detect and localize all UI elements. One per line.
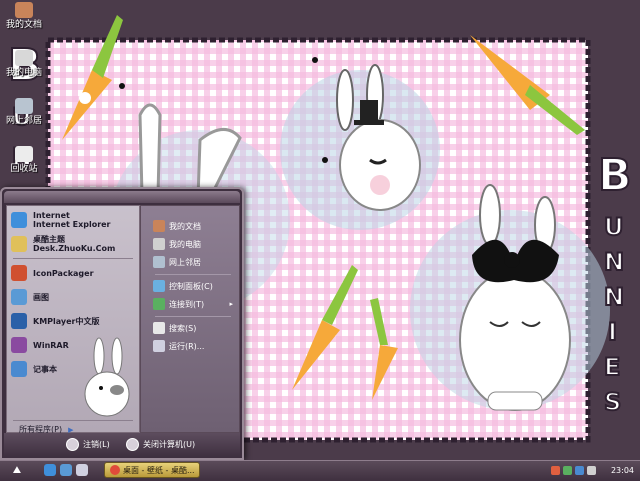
internet-explorer-icon xyxy=(11,212,27,228)
notepad-icon xyxy=(11,361,27,377)
places-item-label: 搜索(S) xyxy=(169,323,197,333)
desktop-icon-label: 网上邻居 xyxy=(5,116,42,126)
places-item-label: 控制面板(C) xyxy=(169,281,213,291)
browser-icon xyxy=(110,465,120,475)
wallpaper-letter-u: U xyxy=(604,213,624,241)
places-item-label: 我的电脑 xyxy=(169,239,201,249)
submenu-arrow-icon: ▸ xyxy=(229,300,233,308)
control-panel-icon xyxy=(153,280,165,292)
start-menu-programs-pane: Internet Internet Explorer 桌酷主题 Desk.ZhuoK… xyxy=(6,205,140,434)
wallpaper-letter-b-right: B xyxy=(598,150,632,201)
start-menu-footer: 注销(L) 关闭计算机(U) xyxy=(4,433,240,457)
shutdown-button[interactable]: 关闭计算机(U) xyxy=(126,438,195,451)
desktop-icon-label: 我的电脑 xyxy=(5,68,42,78)
my-documents-icon xyxy=(153,220,165,232)
places-item-label: 连接到(T) xyxy=(169,299,205,309)
menu-separator xyxy=(155,316,231,317)
menu-item-theme[interactable]: 桌酷主题 Desk.ZhuoKu.Com xyxy=(11,233,137,255)
menu-item-label: KMPlayer中文版 xyxy=(33,316,100,326)
bunny-illustration xyxy=(84,337,130,417)
places-item-label: 网上邻居 xyxy=(169,257,201,267)
menu-item-internet[interactable]: Internet Internet Explorer xyxy=(11,209,137,231)
start-button[interactable]: ⛰ xyxy=(2,463,32,478)
places-item-my-computer[interactable]: 我的电脑 xyxy=(153,236,237,252)
desktop-icon-my-documents[interactable]: 我的文档 xyxy=(2,2,46,31)
desktop-icon-my-computer[interactable]: 我的电脑 xyxy=(2,50,46,79)
connect-to-icon xyxy=(153,298,165,310)
places-item-label: 运行(R)... xyxy=(169,341,205,351)
menu-separator xyxy=(13,420,133,421)
shutdown-label: 关闭计算机(U) xyxy=(143,440,196,449)
menu-item-title: 桌酷主题 xyxy=(33,235,65,244)
network-places-icon xyxy=(153,256,165,268)
logoff-icon xyxy=(66,438,79,451)
desktop-icon-label: 我的文档 xyxy=(5,20,42,30)
search-icon xyxy=(153,322,165,334)
taskbar-button-window[interactable]: 桌面 - 壁纸 - 桌酷... xyxy=(104,462,200,478)
places-item-connect-to[interactable]: 连接到(T) ▸ xyxy=(153,296,237,312)
network-icon xyxy=(15,98,33,114)
wallpaper-letter-i: I xyxy=(608,318,617,346)
paint-icon xyxy=(11,289,27,305)
places-item-my-documents[interactable]: 我的文档 xyxy=(153,218,237,234)
taskbar-button-label: 桌面 - 壁纸 - 桌酷... xyxy=(123,465,195,475)
power-icon xyxy=(126,438,139,451)
wallpaper-letter-e: E xyxy=(604,353,620,381)
menu-separator xyxy=(155,274,231,275)
tray-network-icon[interactable] xyxy=(563,466,572,475)
winrar-icon xyxy=(11,337,27,353)
tray-app-icon[interactable] xyxy=(551,466,560,475)
logoff-button[interactable]: 注销(L) xyxy=(66,438,110,451)
places-item-search[interactable]: 搜索(S) xyxy=(153,320,237,336)
tray-security-icon[interactable] xyxy=(587,466,596,475)
quicklaunch-ie-icon[interactable] xyxy=(44,464,56,476)
clock[interactable]: 23:04 xyxy=(611,466,634,475)
menu-item-subtitle: Internet Explorer xyxy=(33,220,111,229)
menu-item-subtitle: Desk.ZhuoKu.Com xyxy=(33,244,116,253)
menu-item-title: Internet xyxy=(33,211,70,220)
menu-item-label: IconPackager xyxy=(33,268,94,278)
wallpaper-letter-n1: N xyxy=(604,248,624,276)
places-item-label: 我的文档 xyxy=(169,221,201,231)
desktop-icon-label: 回收站 xyxy=(10,164,38,174)
folder-icon xyxy=(15,2,33,18)
places-item-run[interactable]: 运行(R)... xyxy=(153,338,237,354)
menu-item-label: 画图 xyxy=(33,292,49,302)
my-computer-icon xyxy=(153,238,165,250)
start-menu-header xyxy=(4,191,240,203)
menu-item-label: 记事本 xyxy=(33,364,57,374)
start-menu-places-pane: 我的文档 我的电脑 网上邻居 控制面板(C) 连接到(T) ▸ 搜索(S) 运行… xyxy=(140,205,240,433)
menu-item-kmplayer[interactable]: KMPlayer中文版 xyxy=(11,310,137,332)
run-icon xyxy=(153,340,165,352)
wallpaper-letter-s: S xyxy=(604,388,621,416)
menu-item-label: WinRAR xyxy=(33,340,69,350)
quicklaunch-desktop-icon[interactable] xyxy=(76,464,88,476)
menu-separator xyxy=(13,258,133,259)
system-tray: 23:04 xyxy=(548,463,638,478)
start-logo-icon: ⛰ xyxy=(12,465,22,476)
desktop-icon-network[interactable]: 网上邻居 xyxy=(2,98,46,127)
taskbar: ⛰ 桌面 - 壁纸 - 桌酷... 23:04 xyxy=(0,460,640,481)
menu-item-paint[interactable]: 画图 xyxy=(11,286,137,308)
computer-icon xyxy=(15,50,33,66)
places-item-control-panel[interactable]: 控制面板(C) xyxy=(153,278,237,294)
start-menu: Internet Internet Explorer 桌酷主题 Desk.ZhuoK… xyxy=(0,187,244,460)
recycle-bin-icon xyxy=(15,146,33,162)
wallpaper-letter-n2: N xyxy=(604,283,624,311)
tray-volume-icon[interactable] xyxy=(575,466,584,475)
desktop-icon-recycle-bin[interactable]: 回收站 xyxy=(2,146,46,175)
places-item-network[interactable]: 网上邻居 xyxy=(153,254,237,270)
theme-icon xyxy=(11,236,27,252)
kmplayer-icon xyxy=(11,313,27,329)
logoff-label: 注销(L) xyxy=(83,440,110,449)
iconpackager-icon xyxy=(11,265,27,281)
quicklaunch-media-icon[interactable] xyxy=(60,464,72,476)
menu-item-iconpackager[interactable]: IconPackager xyxy=(11,262,137,284)
